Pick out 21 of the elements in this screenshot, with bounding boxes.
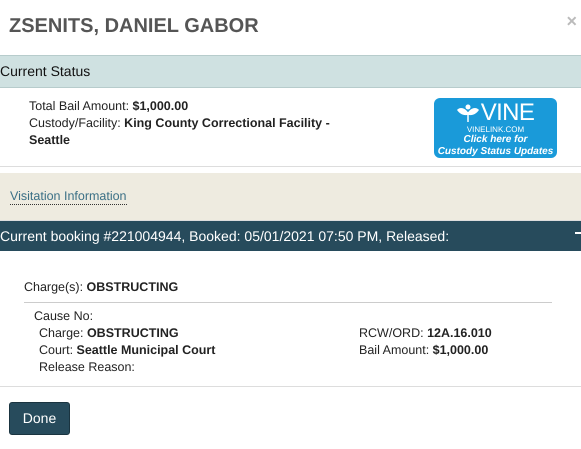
sprout-icon	[456, 104, 479, 122]
booking-header[interactable]: Current booking #221004944, Booked: 05/01/2021 07:50 PM, Released:	[0, 221, 581, 251]
vine-link[interactable]: VINE VINELINK.COM Click here for Custody Status Updates	[434, 98, 557, 158]
detail-text: RCW/ORD: 12A.16.010	[359, 325, 492, 342]
done-button[interactable]: Done	[9, 402, 70, 435]
detail-text: Release Reason:	[39, 359, 136, 376]
detail-text: Court: Seattle Municipal Court	[39, 342, 216, 359]
section-header: Current Status	[0, 55, 581, 88]
vine-caption: Click here for	[464, 134, 528, 146]
status-text: Custody/Facility: King County Correctional Facility - Seattle	[29, 115, 331, 149]
vine-caption: Custody Status Updates	[438, 146, 554, 158]
detail-text: Charge: OBSTRUCTING	[39, 325, 180, 342]
vine-logo-text: VINE	[480, 101, 534, 125]
cause-number-label: Cause No:	[34, 308, 94, 325]
booking-title: Current booking #221004944, Booked: 05/01/2021 07:50 PM, Released:	[0, 226, 450, 246]
vine-site-text: VINELINK.COM	[466, 126, 524, 134]
status-text: Total Bail Amount: $1,000.00	[29, 98, 190, 115]
dialog-title: ZSENITS, DANIEL GABOR	[9, 14, 259, 38]
visitation-link[interactable]: Visitation Information	[10, 188, 126, 204]
charges-text: Charge(s): OBSTRUCTING	[24, 279, 552, 303]
detail-text: Bail Amount: $1,000.00	[359, 342, 490, 359]
